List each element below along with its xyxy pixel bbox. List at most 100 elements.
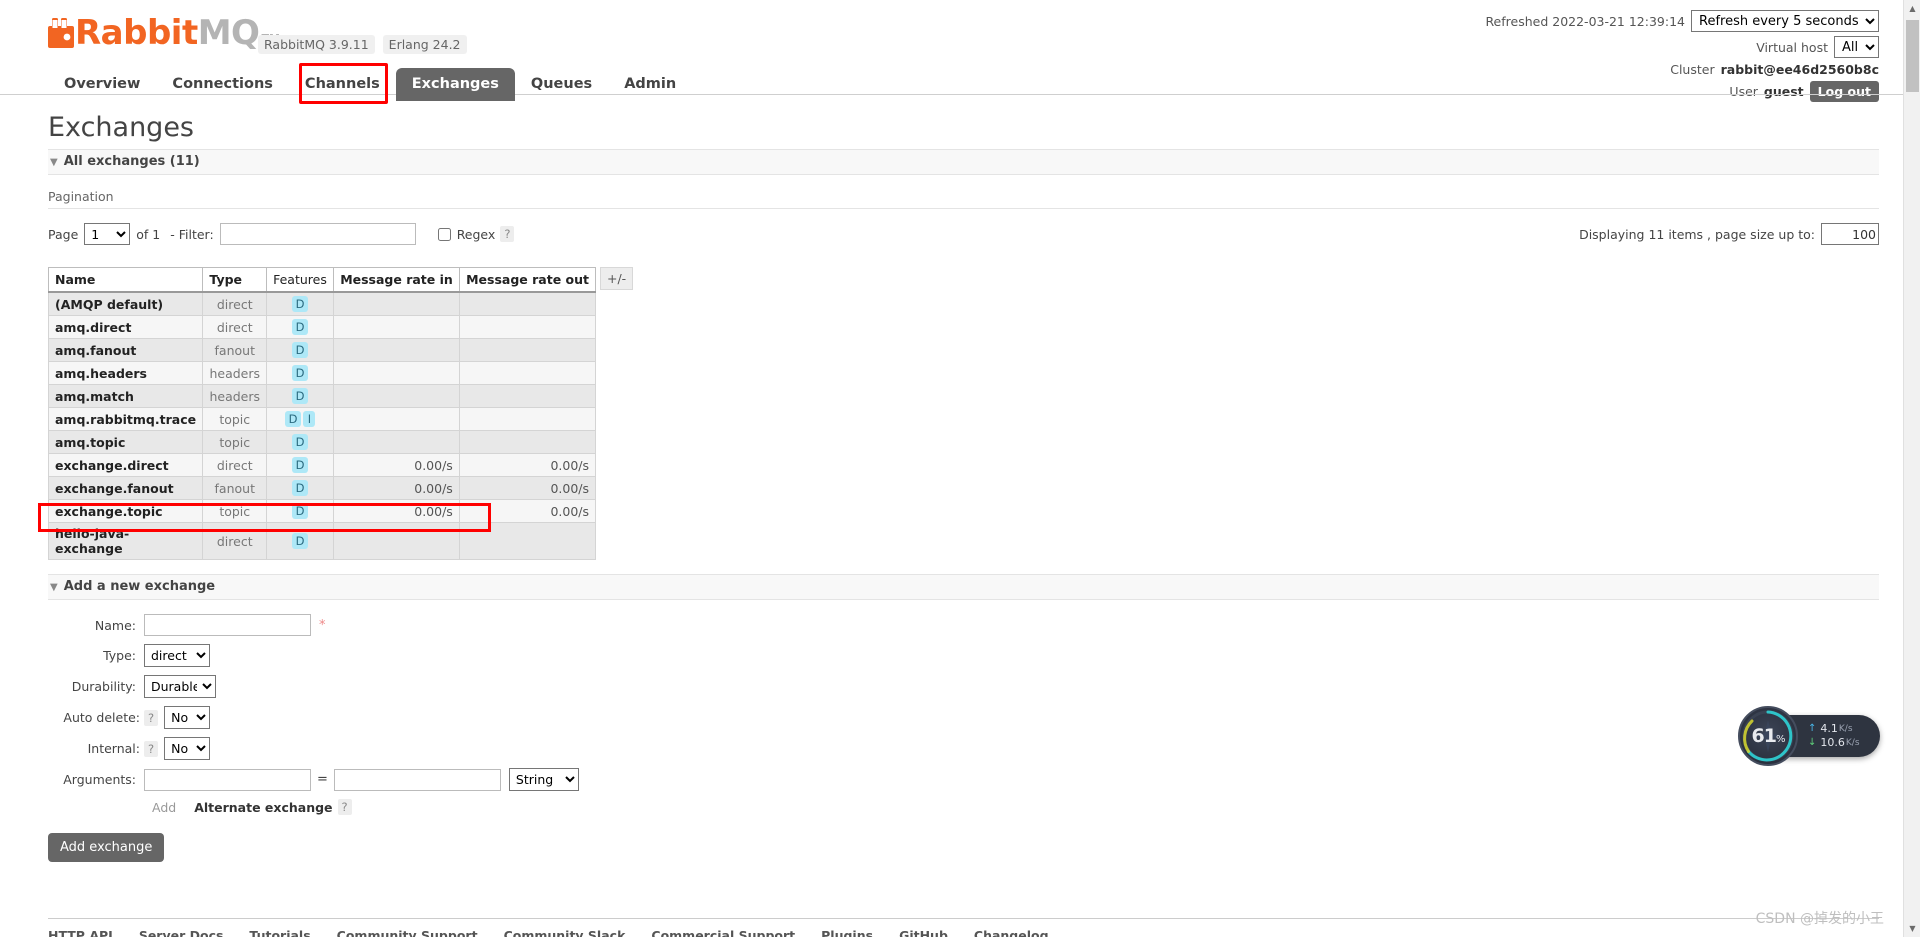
footer-link[interactable]: Tutorials [249,928,310,937]
all-exchanges-section-header[interactable]: ▼ All exchanges (11) [48,149,1879,175]
rabbitmq-version-badge: RabbitMQ 3.9.11 [258,35,375,54]
cell-exchange-features: D [266,476,334,500]
cell-exchange-name[interactable]: amq.direct [47,315,204,339]
main-nav-tabs: Overview Connections Channels Exchanges … [48,68,692,101]
logout-button[interactable]: Log out [1809,81,1879,102]
footer-link[interactable]: GitHub [899,928,948,937]
filter-input[interactable] [219,223,416,245]
required-asterisk: * [319,617,326,633]
footer-link[interactable]: Server Docs [139,928,224,937]
feature-badge: D [291,457,309,473]
feature-badge: D [291,342,309,358]
internal-select[interactable]: No [164,737,211,760]
tab-overview[interactable]: Overview [48,68,156,101]
cell-message-rate-out: 0.00/s [458,499,597,523]
upload-rate-row: ↑ 4.1 K/s [1808,722,1860,736]
tab-channels[interactable]: Channels [289,68,396,101]
table-row[interactable]: hello-java-exchange direct D [47,522,597,560]
argument-key-input[interactable] [144,768,311,791]
table-row[interactable]: exchange.topic topic D 0.00/s 0.00/s [47,499,597,523]
add-argument-link[interactable]: Add [152,800,176,815]
column-header-message-rate-in[interactable]: Message rate in [332,267,460,293]
table-row[interactable]: exchange.fanout fanout D 0.00/s 0.00/s [47,476,597,500]
cell-exchange-name[interactable]: (AMQP default) [47,291,204,316]
scrollbar-thumb[interactable] [1906,20,1919,92]
footer-link[interactable]: HTTP API [48,928,113,937]
footer-link[interactable]: Community Support [337,928,478,937]
exchange-name-input[interactable] [144,614,311,636]
rabbitmq-logo[interactable]: Rabbit MQ TM [48,16,280,50]
durability-select[interactable]: Durable [144,675,216,698]
cell-message-rate-in: 0.00/s [332,453,460,477]
page-scrollbar[interactable]: ▲ ▼ [1903,0,1920,937]
cell-exchange-name[interactable]: hello-java-exchange [47,522,204,560]
add-exchange-section-header[interactable]: ▼ Add a new exchange [48,574,1879,600]
user-name: guest [1763,84,1804,99]
tab-admin[interactable]: Admin [608,68,692,101]
cell-exchange-type: direct [202,522,268,560]
form-row-name: Name: * [48,614,1903,636]
table-row[interactable]: amq.match headers D [47,384,597,408]
exchanges-table-head: Name Type Features Message rate in Messa… [47,267,597,293]
exchange-type-select[interactable]: direct [144,644,210,667]
auto-delete-select[interactable]: No [164,706,211,729]
vhost-select[interactable]: All [1834,36,1879,58]
column-header-name[interactable]: Name [47,267,204,293]
table-row[interactable]: (AMQP default) direct D [47,291,597,316]
download-rate-unit: K/s [1845,738,1860,748]
cell-message-rate-in: 0.00/s [332,476,460,500]
cell-exchange-name[interactable]: amq.rabbitmq.trace [47,407,204,431]
cell-message-rate-in [332,407,460,431]
upload-rate-unit: K/s [1838,724,1853,734]
argument-type-select[interactable]: String [508,768,579,791]
footer-link[interactable]: Commercial Support [651,928,795,937]
column-header-message-rate-out[interactable]: Message rate out [458,267,597,293]
internal-help-icon[interactable]: ? [144,740,159,757]
cell-exchange-name[interactable]: exchange.fanout [47,476,204,500]
download-rate-value: 10.6 [1820,736,1845,749]
table-row[interactable]: exchange.direct direct D 0.00/s 0.00/s [47,453,597,477]
page-number-select[interactable]: 1 [84,223,131,245]
footer-divider [48,918,1879,919]
alternate-exchange-help-icon[interactable]: ? [337,799,352,815]
scroll-up-arrow-icon[interactable]: ▲ [1904,0,1920,17]
table-row[interactable]: amq.direct direct D [47,315,597,339]
pagination-controls: Page 1 of 1 - Filter: Regex ? Displaying… [48,219,1879,249]
network-speed-widget[interactable]: 61% ↑ 4.1 K/s ↓ 10.6 K/s [1738,706,1880,766]
tab-queues[interactable]: Queues [515,68,608,101]
cell-exchange-name[interactable]: amq.match [47,384,204,408]
refresh-interval-select[interactable]: Refresh every 5 seconds [1691,10,1879,32]
auto-delete-help-icon[interactable]: ? [144,709,159,726]
cell-exchange-name[interactable]: amq.fanout [47,338,204,362]
column-header-type[interactable]: Type [202,267,268,293]
table-row[interactable]: amq.topic topic D [47,430,597,454]
regex-group: Regex ? [437,226,515,242]
cell-exchange-name[interactable]: exchange.topic [47,499,204,523]
feature-badge: D [291,388,309,404]
cell-exchange-name[interactable]: amq.headers [47,361,204,385]
cell-exchange-name[interactable]: amq.topic [47,430,204,454]
feature-badge: D [291,533,309,549]
footer-link-list: HTTP API Server Docs Tutorials Community Su… [48,928,1049,937]
alternate-exchange-link[interactable]: Alternate exchange [194,800,332,815]
argument-value-input[interactable] [333,768,501,791]
tab-connections[interactable]: Connections [156,68,289,101]
regex-checkbox[interactable] [437,227,451,241]
footer-link[interactable]: Plugins [821,928,873,937]
table-row[interactable]: amq.headers headers D [47,361,597,385]
footer-link[interactable]: Community Slack [504,928,626,937]
add-exchange-section: ▼ Add a new exchange Name: * Type: direct… [0,574,1903,862]
regex-help-icon[interactable]: ? [500,226,515,242]
tab-exchanges[interactable]: Exchanges [395,68,515,101]
cell-exchange-features: D [266,499,334,523]
scroll-down-arrow-icon[interactable]: ▼ [1904,920,1920,937]
column-toggle-button[interactable]: +/- [600,267,634,290]
table-row[interactable]: amq.rabbitmq.trace topic D I [47,407,597,431]
table-row[interactable]: amq.fanout fanout D [47,338,597,362]
form-row-add-argument: Add Alternate exchange ? [144,799,1903,815]
cell-exchange-name[interactable]: exchange.direct [47,453,204,477]
add-exchange-button[interactable]: Add exchange [48,833,165,862]
footer-link[interactable]: Changelog [974,928,1049,937]
cell-exchange-type: direct [202,291,268,316]
page-size-input[interactable] [1821,223,1879,245]
